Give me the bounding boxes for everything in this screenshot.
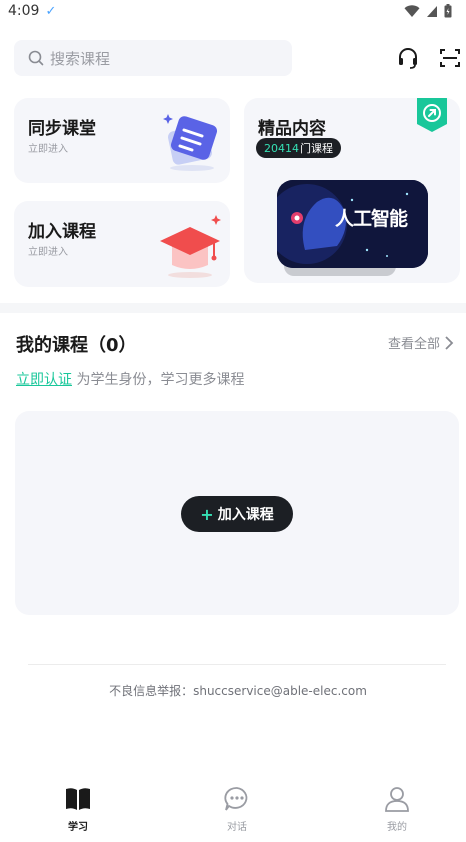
status-time: 4:09 [8, 3, 40, 19]
sync-card-title: 同步课堂 [28, 119, 96, 139]
my-courses-title: 我的课程（0） [16, 335, 137, 356]
view-all-link[interactable]: 查看全部 [388, 333, 454, 352]
sync-card-subtitle: 立即进入 [28, 144, 68, 155]
footer-divider [28, 664, 446, 665]
verify-prompt: 立即认证 为学生身份，学习更多课程 [16, 369, 244, 389]
nav-chat-label: 对话 [227, 822, 247, 833]
scan-icon[interactable] [438, 46, 462, 70]
view-all-label: 查看全部 [387, 337, 440, 352]
header: 搜索课程 [0, 38, 466, 78]
banner-title: 人工智能 [335, 208, 408, 230]
nav-study[interactable]: 学习 [48, 786, 108, 833]
book-icon [66, 788, 90, 810]
verify-link[interactable]: 立即认证 [16, 372, 72, 388]
bottom-nav: 学习 对话 我的 [0, 780, 466, 842]
join-card-title: 加入课程 [28, 222, 96, 242]
user-icon [385, 787, 409, 812]
search-icon [28, 50, 44, 66]
premium-card-title: 精品内容 [258, 119, 326, 139]
nav-mine[interactable]: 我的 [367, 786, 427, 833]
signal-icon [427, 5, 437, 17]
nav-study-label: 学习 [68, 822, 88, 833]
premium-arrow-icon [417, 98, 447, 132]
join-card-subtitle: 立即进入 [28, 247, 68, 258]
add-course-label: 加入课程 [217, 507, 274, 523]
section-divider [0, 303, 466, 313]
classroom-illustration-icon [163, 114, 218, 171]
headset-icon[interactable] [396, 46, 420, 70]
add-course-button[interactable]: + 加入课程 [181, 496, 293, 532]
search-input[interactable]: 搜索课程 [14, 40, 292, 76]
nav-chat[interactable]: 对话 [207, 786, 267, 833]
nav-mine-label: 我的 [387, 822, 407, 833]
premium-content-card[interactable]: 精品内容 20414 门课程 人工智能 [244, 98, 460, 283]
chat-icon [224, 787, 248, 811]
plus-icon: + [200, 504, 214, 524]
sync-classroom-card[interactable]: 同步课堂 立即进入 [14, 98, 230, 183]
report-contact: 不良信息举报：shuccservice@able-elec.com [109, 684, 367, 698]
course-count: 20414 [264, 141, 299, 155]
course-count-suffix: 门课程 [300, 142, 333, 155]
wifi-icon [404, 5, 420, 17]
join-course-card[interactable]: 加入课程 立即进入 [14, 201, 230, 287]
check-icon: ✓ [45, 3, 57, 19]
verify-text: 为学生身份，学习更多课程 [72, 372, 245, 388]
ai-course-banner[interactable]: 人工智能 [277, 180, 428, 268]
course-count-badge: 20414 门课程 [256, 138, 341, 158]
search-placeholder: 搜索课程 [50, 49, 111, 68]
graduation-cap-icon [160, 215, 221, 278]
battery-icon [444, 4, 452, 18]
chevron-right-icon [445, 335, 454, 350]
status-bar: 4:09 ✓ [0, 0, 466, 22]
